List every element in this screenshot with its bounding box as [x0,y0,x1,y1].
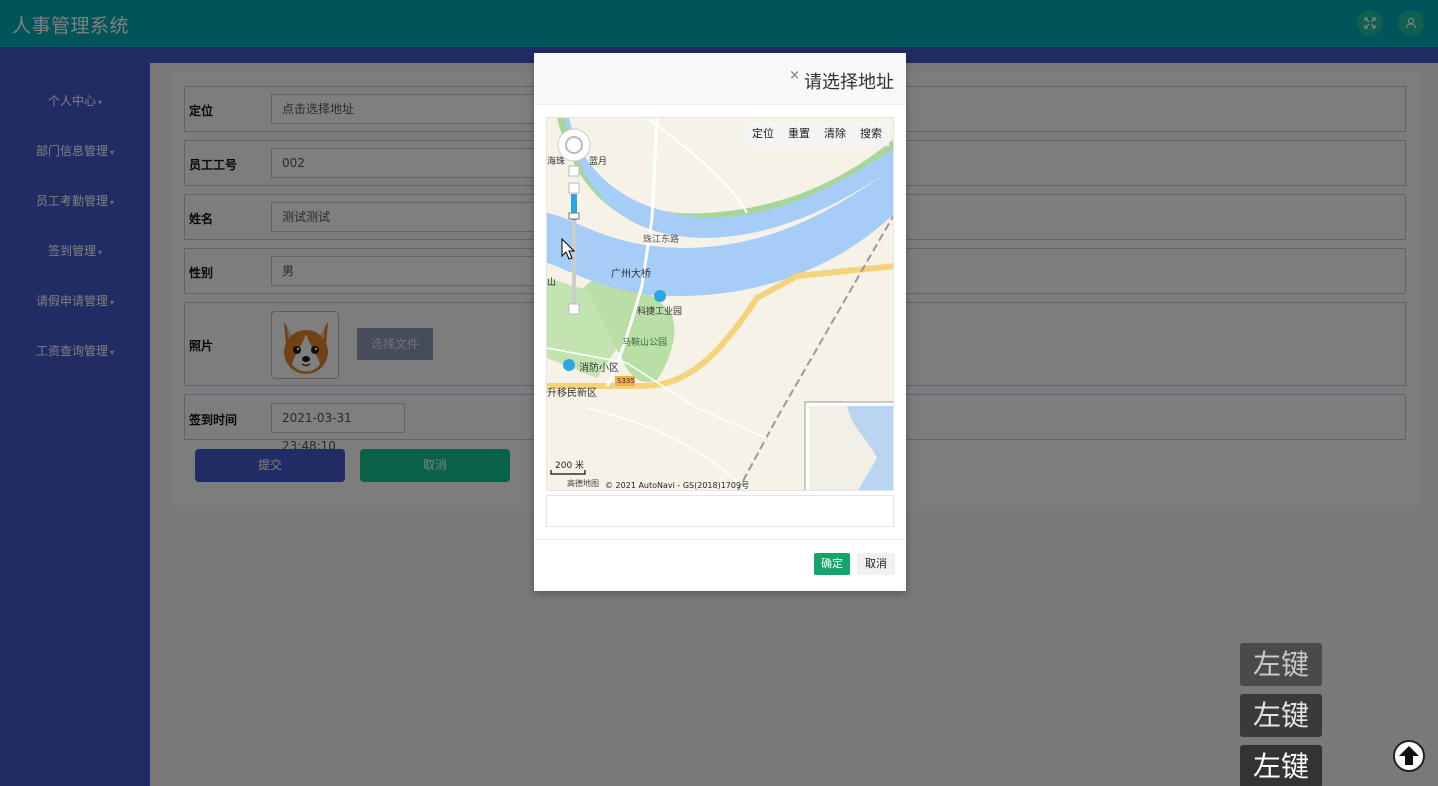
address-input[interactable] [546,495,894,527]
arrow-up-icon [1399,746,1419,765]
confirm-button[interactable]: 确定 [814,553,850,575]
mouse-cursor-icon [561,238,576,260]
map-toolbar: 定位 重置 清除 搜索 [745,122,889,146]
map-scale-label: 200 米 [555,461,585,471]
map-search-button[interactable]: 搜索 [853,122,889,146]
left-click-badge: 左键 [1240,745,1322,786]
map-label-road: 珠江东路 [643,235,680,245]
close-icon[interactable]: × [789,68,800,83]
dialog-title: 请选择地址 [804,72,894,93]
map-label-area3: 升移民新区 [547,388,597,399]
map-reset-button[interactable]: 重置 [781,122,817,146]
map-view[interactable]: 定位 重置 清除 搜索 广州大桥 科捷工业园 马鞍山公园 消防小区 珠江东路 S… [546,117,894,491]
address-dialog: × 请选择地址 定位 重置 清除 搜索 广州大桥 科捷工业园 马鞍山公园 消防小… [534,53,906,591]
map-label-area1: 海珠 [547,157,566,167]
map-brand-label: 高德地图 [567,479,599,488]
map-label-road-code: S335 [617,377,635,385]
map-attribution: © 2021 AutoNavi - GS(2018)1709号 [605,481,750,490]
dialog-cancel-button[interactable]: 取消 [857,553,895,575]
left-click-badge: 左键 [1240,694,1322,737]
back-to-top-button[interactable] [1393,740,1425,772]
map-canvas [547,118,893,490]
map-clear-button[interactable]: 清除 [817,122,853,146]
map-label-area2: 蓝月 [589,157,608,167]
map-label-bridge: 广州大桥 [611,269,651,280]
left-click-badge: 左键 [1240,643,1322,686]
map-locate-button[interactable]: 定位 [745,122,781,146]
map-label-area4: 山 [547,278,557,288]
map-label-park2: 马鞍山公园 [622,338,668,348]
map-label-district: 消防小区 [579,363,619,374]
map-label-park1: 科捷工业园 [637,307,683,317]
dialog-header: × 请选择地址 [534,53,906,105]
dialog-footer-divider [534,539,906,540]
